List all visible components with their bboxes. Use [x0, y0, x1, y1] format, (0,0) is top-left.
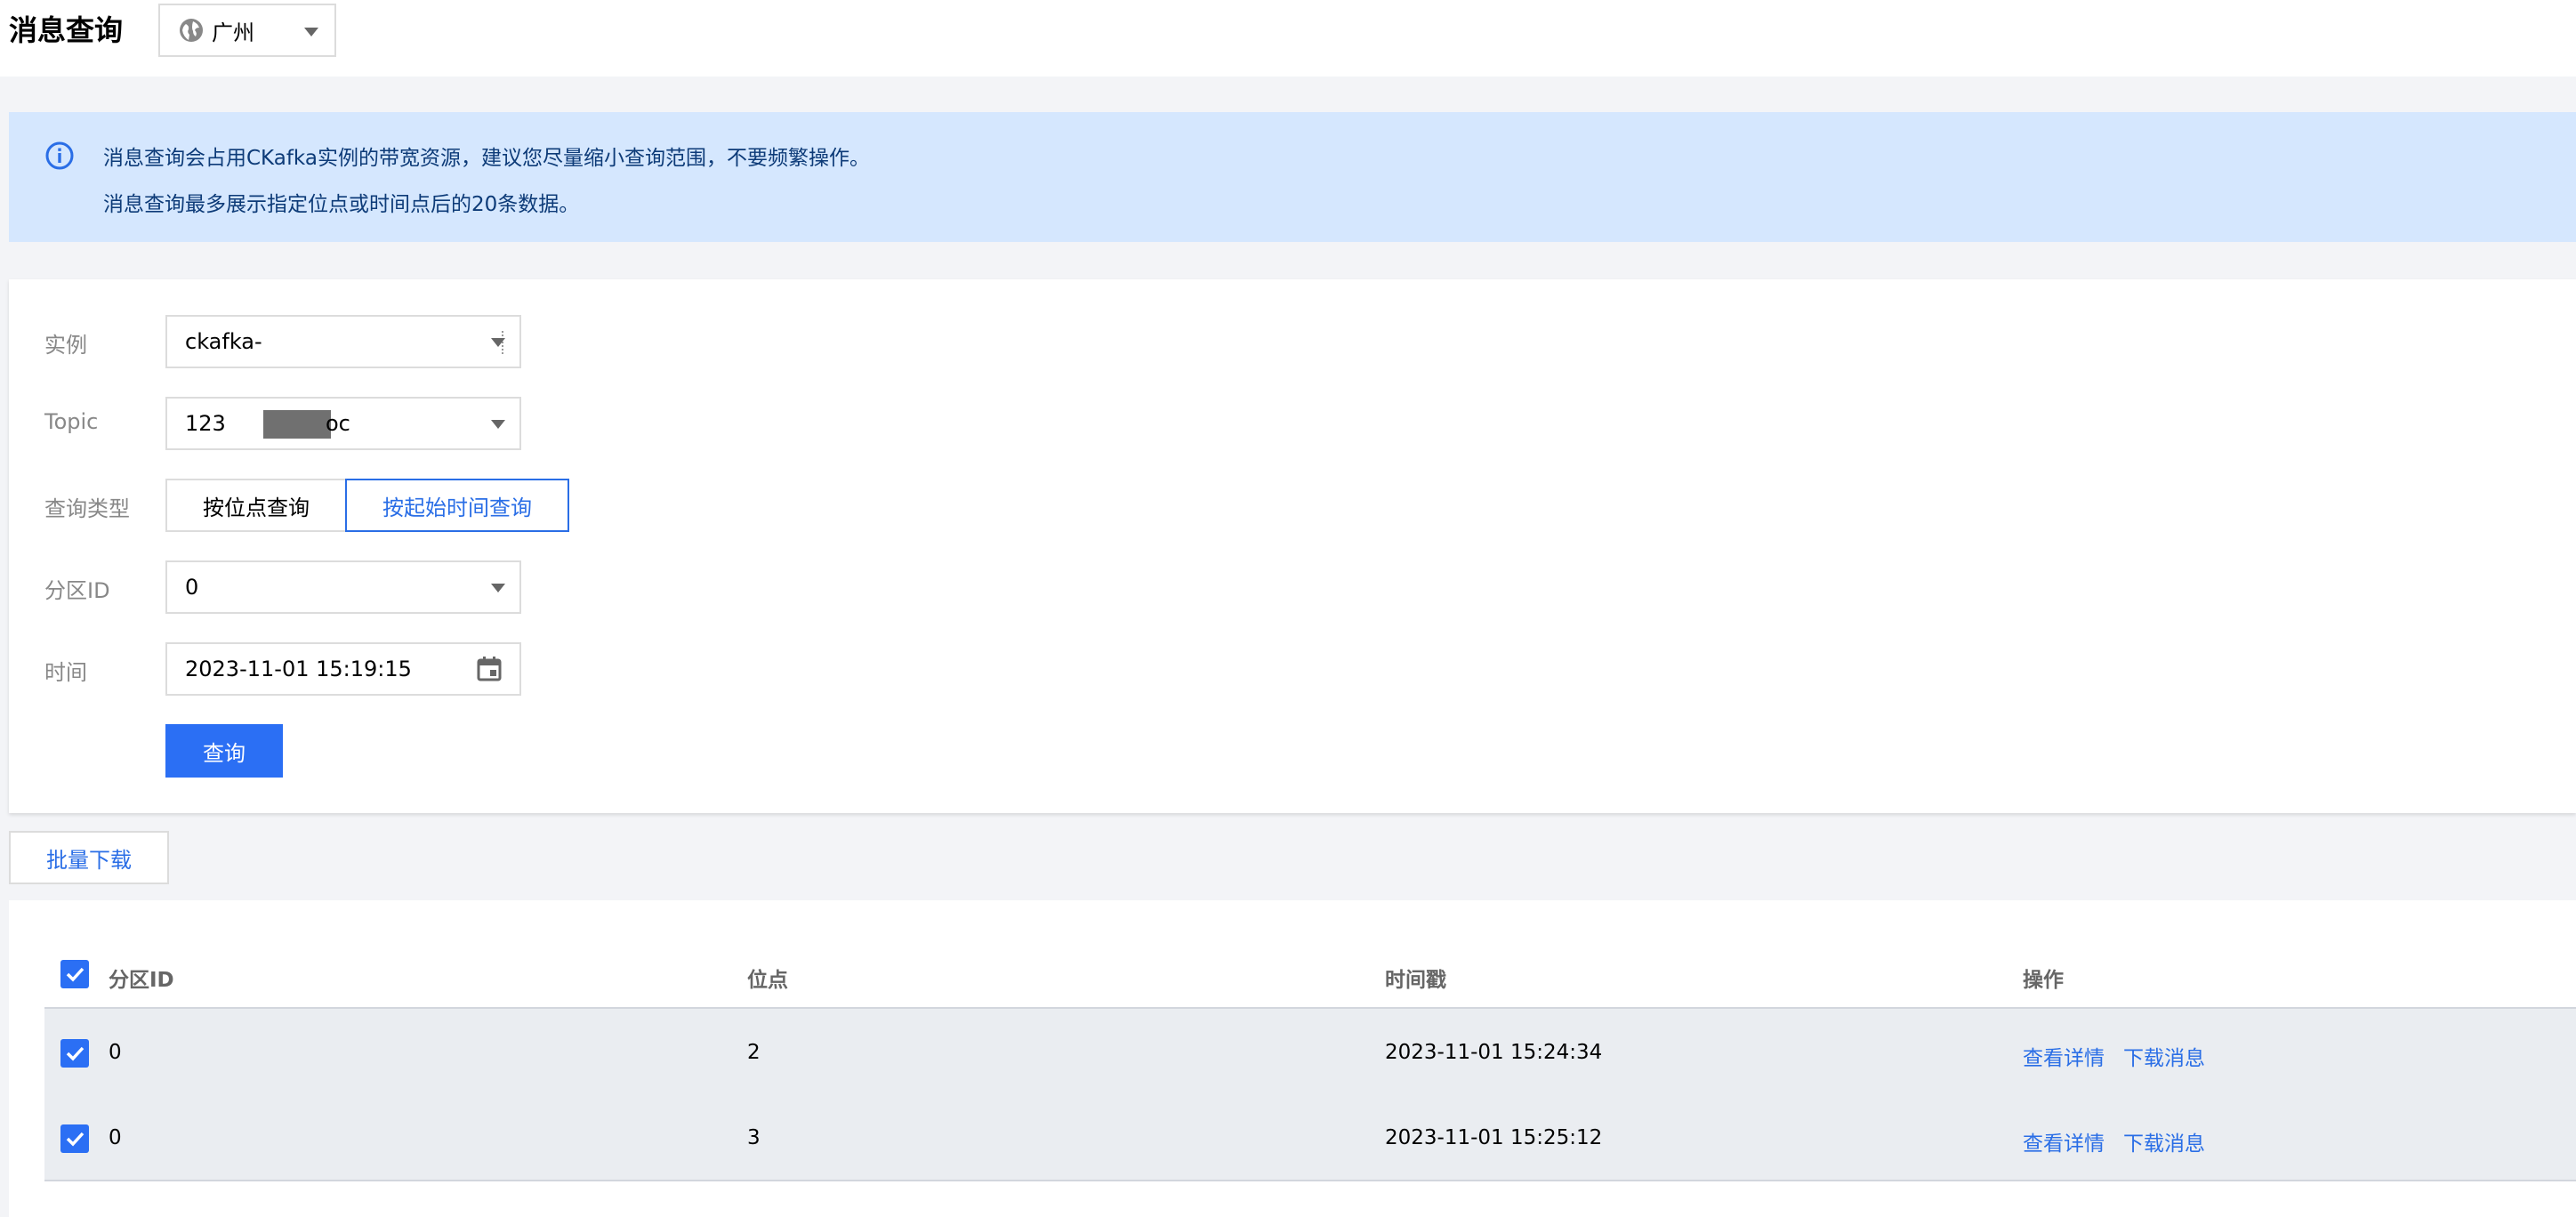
region-select[interactable]: 广州: [158, 4, 336, 57]
select-all-checkbox[interactable]: [60, 960, 89, 988]
chevron-down-icon: [491, 420, 505, 429]
calendar-icon[interactable]: [475, 655, 503, 683]
query-type-label: 查询类型: [44, 496, 130, 521]
query-by-time-button[interactable]: 按起始时间查询: [345, 479, 569, 532]
cell-offset: 3: [747, 1126, 761, 1149]
partition-label: 分区ID: [44, 578, 110, 603]
chevron-down-icon: [304, 28, 318, 36]
table-divider: [44, 1180, 2576, 1181]
notice-line-2: 消息查询最多展示指定位点或时间点后的20条数据。: [103, 193, 580, 216]
check-icon: [66, 1046, 85, 1061]
cell-partition: 0: [109, 1126, 122, 1149]
topic-label: Topic: [44, 409, 99, 434]
column-header-timestamp: 时间戳: [1385, 969, 1446, 992]
topic-value-prefix: 123: [185, 411, 226, 436]
time-picker[interactable]: 2023-11-01 15:19:15: [165, 642, 521, 696]
chevron-down-icon: [491, 338, 505, 347]
column-header-partition: 分区ID: [109, 969, 174, 992]
column-header-offset: 位点: [747, 969, 788, 992]
topic-value-suffix: oc: [326, 411, 350, 436]
download-message-link[interactable]: 下载消息: [2123, 1041, 2205, 1071]
query-button[interactable]: 查询: [165, 724, 283, 778]
column-header-actions: 操作: [2023, 969, 2064, 992]
check-icon: [66, 1132, 85, 1147]
view-details-link[interactable]: 查看详情: [2023, 1041, 2105, 1071]
row-checkbox[interactable]: [60, 1039, 89, 1068]
page-title: 消息查询: [9, 13, 124, 47]
info-notice: 消息查询会占用CKafka实例的带宽资源，建议您尽量缩小查询范围，不要频繁操作。…: [9, 112, 2576, 242]
cell-partition: 0: [109, 1041, 122, 1064]
time-value: 2023-11-01 15:19:15: [185, 657, 412, 681]
time-label: 时间: [44, 660, 87, 685]
view-details-link[interactable]: 查看详情: [2023, 1126, 2105, 1157]
cell-timestamp: 2023-11-01 15:24:34: [1385, 1041, 1603, 1064]
row-checkbox[interactable]: [60, 1124, 89, 1153]
redacted-block: [263, 410, 331, 439]
partition-select[interactable]: 0: [165, 560, 521, 614]
info-icon: [45, 141, 74, 170]
partition-value: 0: [185, 575, 199, 600]
instance-select[interactable]: ckafka-: [165, 315, 521, 368]
globe-icon: [180, 19, 203, 42]
instance-value: ckafka-: [185, 329, 262, 354]
cell-timestamp: 2023-11-01 15:25:12: [1385, 1126, 1603, 1149]
instance-label: 实例: [44, 333, 87, 358]
check-icon: [66, 967, 85, 982]
region-label: 广州: [212, 20, 254, 45]
download-message-link[interactable]: 下载消息: [2123, 1126, 2205, 1157]
batch-download-button[interactable]: 批量下载: [9, 831, 169, 884]
notice-line-1: 消息查询会占用CKafka实例的带宽资源，建议您尽量缩小查询范围，不要频繁操作。: [103, 147, 870, 170]
page-header: [0, 0, 2576, 77]
topic-select[interactable]: 123 oc: [165, 397, 521, 450]
cell-offset: 2: [747, 1041, 761, 1064]
query-by-offset-button[interactable]: 按位点查询: [165, 479, 347, 532]
chevron-down-icon: [491, 584, 505, 592]
